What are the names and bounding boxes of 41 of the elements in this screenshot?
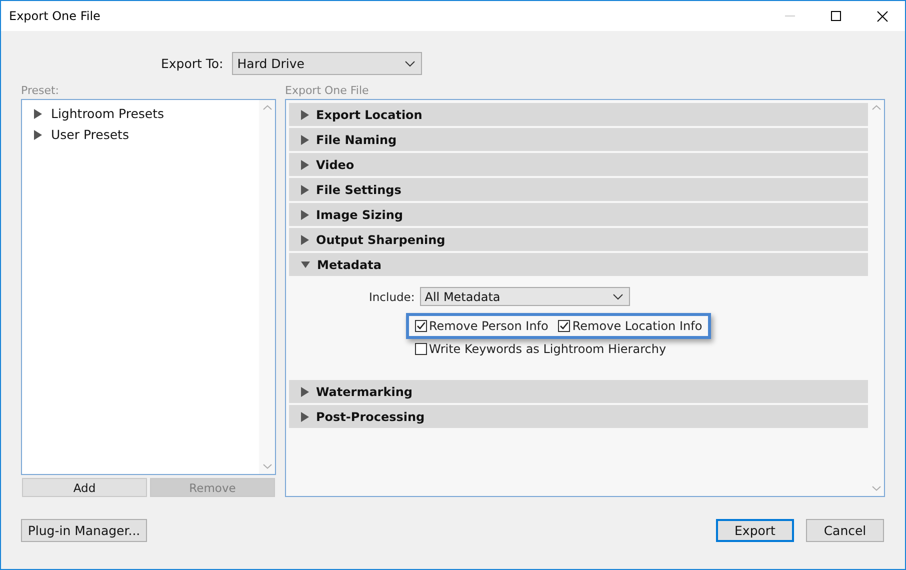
section-header[interactable]: Image Sizing — [289, 203, 868, 226]
expand-triangle-icon[interactable] — [301, 160, 309, 170]
section-header[interactable]: File Settings — [289, 178, 868, 201]
checkbox[interactable] — [415, 320, 427, 332]
expand-triangle-icon[interactable] — [301, 110, 309, 120]
checkbox-label: Write Keywords as Lightroom Hierarchy — [429, 342, 666, 356]
expand-triangle-icon[interactable] — [301, 184, 309, 194]
include-dropdown[interactable]: All Metadata — [420, 287, 630, 306]
section-header[interactable]: Watermarking — [289, 380, 868, 403]
export-to-label: Export To: — [161, 56, 224, 71]
maximize-icon[interactable] — [831, 11, 841, 21]
section-header[interactable]: Video — [289, 153, 868, 176]
expand-triangle-icon[interactable] — [301, 386, 309, 396]
checkbox-label: Remove Location Info — [572, 319, 702, 333]
checkbox[interactable] — [415, 343, 427, 355]
cancel-button[interactable]: Cancel — [806, 519, 884, 542]
section-header[interactable]: File Naming — [289, 128, 868, 151]
window-title: Export One File — [9, 9, 102, 23]
expand-triangle-icon[interactable] — [301, 134, 309, 144]
close-icon[interactable] — [876, 10, 888, 22]
collapse-triangle-icon[interactable] — [301, 260, 310, 269]
checkbox[interactable] — [558, 320, 570, 332]
expand-triangle-icon[interactable] — [301, 234, 309, 244]
preset-label: Preset: — [21, 84, 60, 97]
expand-triangle-icon[interactable] — [301, 412, 309, 422]
export-to-dropdown[interactable]: Hard Drive — [232, 52, 422, 75]
expand-triangle-icon[interactable] — [34, 130, 42, 140]
checkbox-label: Remove Person Info — [429, 319, 548, 333]
panel-label: Export One File — [285, 84, 369, 97]
section-header[interactable]: Metadata — [289, 253, 868, 276]
include-label: Include: — [369, 290, 415, 304]
expand-triangle-icon[interactable] — [34, 108, 42, 118]
section-header[interactable]: Export Location — [289, 103, 868, 126]
add-button[interactable]: Add — [22, 478, 147, 497]
preset-folder[interactable]: Lightroom Presets — [34, 106, 259, 121]
plugin-manager-button[interactable]: Plug-in Manager... — [21, 519, 147, 542]
expand-triangle-icon[interactable] — [301, 210, 309, 220]
preset-folder[interactable]: User Presets — [34, 127, 259, 142]
section-header[interactable]: Post-Processing — [289, 405, 868, 428]
section-header[interactable]: Output Sharpening — [289, 228, 868, 251]
export-button[interactable]: Export — [716, 519, 794, 542]
